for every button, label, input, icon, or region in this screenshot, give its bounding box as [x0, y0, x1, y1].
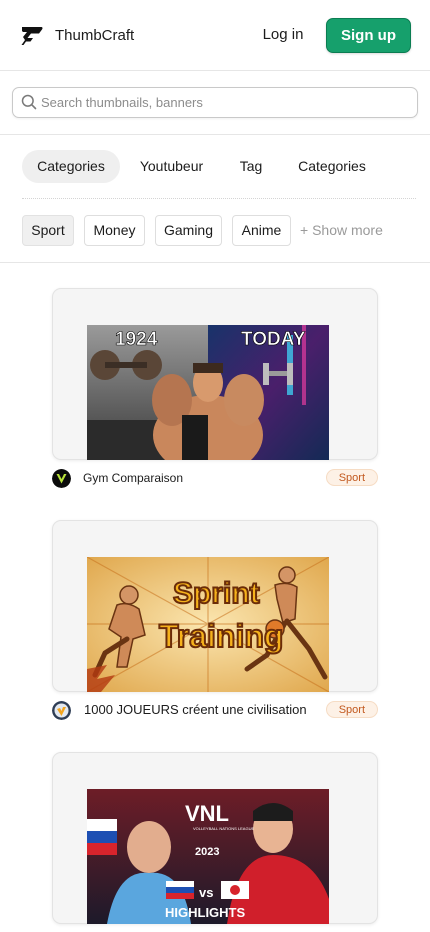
thumbcraft-logo-icon[interactable] [20, 24, 44, 48]
thumbnail-text-vnl: VNL [185, 801, 229, 826]
card-meta: 1000 JOUEURS créent une civilisation Spo… [52, 701, 378, 721]
tab-tag[interactable]: Tag [228, 150, 274, 183]
tabs-divider [22, 198, 416, 199]
brand-name[interactable]: ThumbCraft [55, 27, 134, 44]
search-section [0, 71, 430, 135]
chip-anime[interactable]: Anime [232, 215, 291, 246]
thumbnail-image[interactable]: Sprint Training [87, 557, 329, 692]
section-divider [0, 262, 430, 263]
tab-youtubeur[interactable]: Youtubeur [131, 150, 212, 183]
thumbnail-card[interactable]: VNL VOLLEYBALL NATIONS LEAGUE 2023 vs HI… [52, 752, 378, 924]
thumbnail-text-training: Training [159, 618, 283, 654]
thumbnail-text-league: VOLLEYBALL NATIONS LEAGUE [193, 826, 254, 831]
search-box[interactable] [12, 87, 418, 118]
signup-button[interactable]: Sign up [326, 18, 411, 53]
thumbnail-text-1924: 1924 [115, 329, 158, 350]
card-title[interactable]: Gym Comparaison [83, 471, 183, 485]
top-header: ThumbCraft Log in Sign up [0, 0, 430, 71]
category-badge[interactable]: Sport [325, 469, 378, 486]
thumbnail-image[interactable]: VNL VOLLEYBALL NATIONS LEAGUE 2023 vs HI… [87, 789, 329, 924]
thumbnail-card[interactable]: 1924 TODAY [52, 288, 378, 460]
chip-money[interactable]: Money [84, 215, 145, 246]
show-more-link[interactable]: + Show more [300, 222, 383, 238]
chip-gaming[interactable]: Gaming [155, 215, 222, 246]
thumbnail-text-year: 2023 [195, 846, 219, 858]
thumbnail-card[interactable]: Sprint Training [52, 520, 378, 692]
search-input[interactable] [41, 92, 401, 112]
shield-avatar-icon[interactable] [52, 701, 71, 720]
login-button[interactable]: Log in [262, 22, 304, 48]
thumbnail-text-vs: vs [199, 885, 213, 900]
thumbnail-text-highlights: HIGHLIGHTS [165, 905, 245, 920]
thumbnail-image[interactable]: 1924 TODAY [87, 325, 329, 460]
thumbnail-text-today: TODAY [241, 329, 306, 350]
card-title[interactable]: 1000 JOUEURS créent une civilisation [84, 702, 307, 717]
thumbnail-text-sprint: Sprint [173, 577, 260, 610]
chip-sport[interactable]: Sport [22, 215, 74, 246]
tab-categories-2[interactable]: Categories [290, 150, 374, 183]
category-badge[interactable]: Sport [325, 701, 378, 718]
card-meta: Gym Comparaison Sport [52, 469, 378, 489]
v-logo-icon[interactable] [52, 469, 71, 488]
tab-categories[interactable]: Categories [22, 150, 120, 183]
search-icon [21, 94, 37, 110]
